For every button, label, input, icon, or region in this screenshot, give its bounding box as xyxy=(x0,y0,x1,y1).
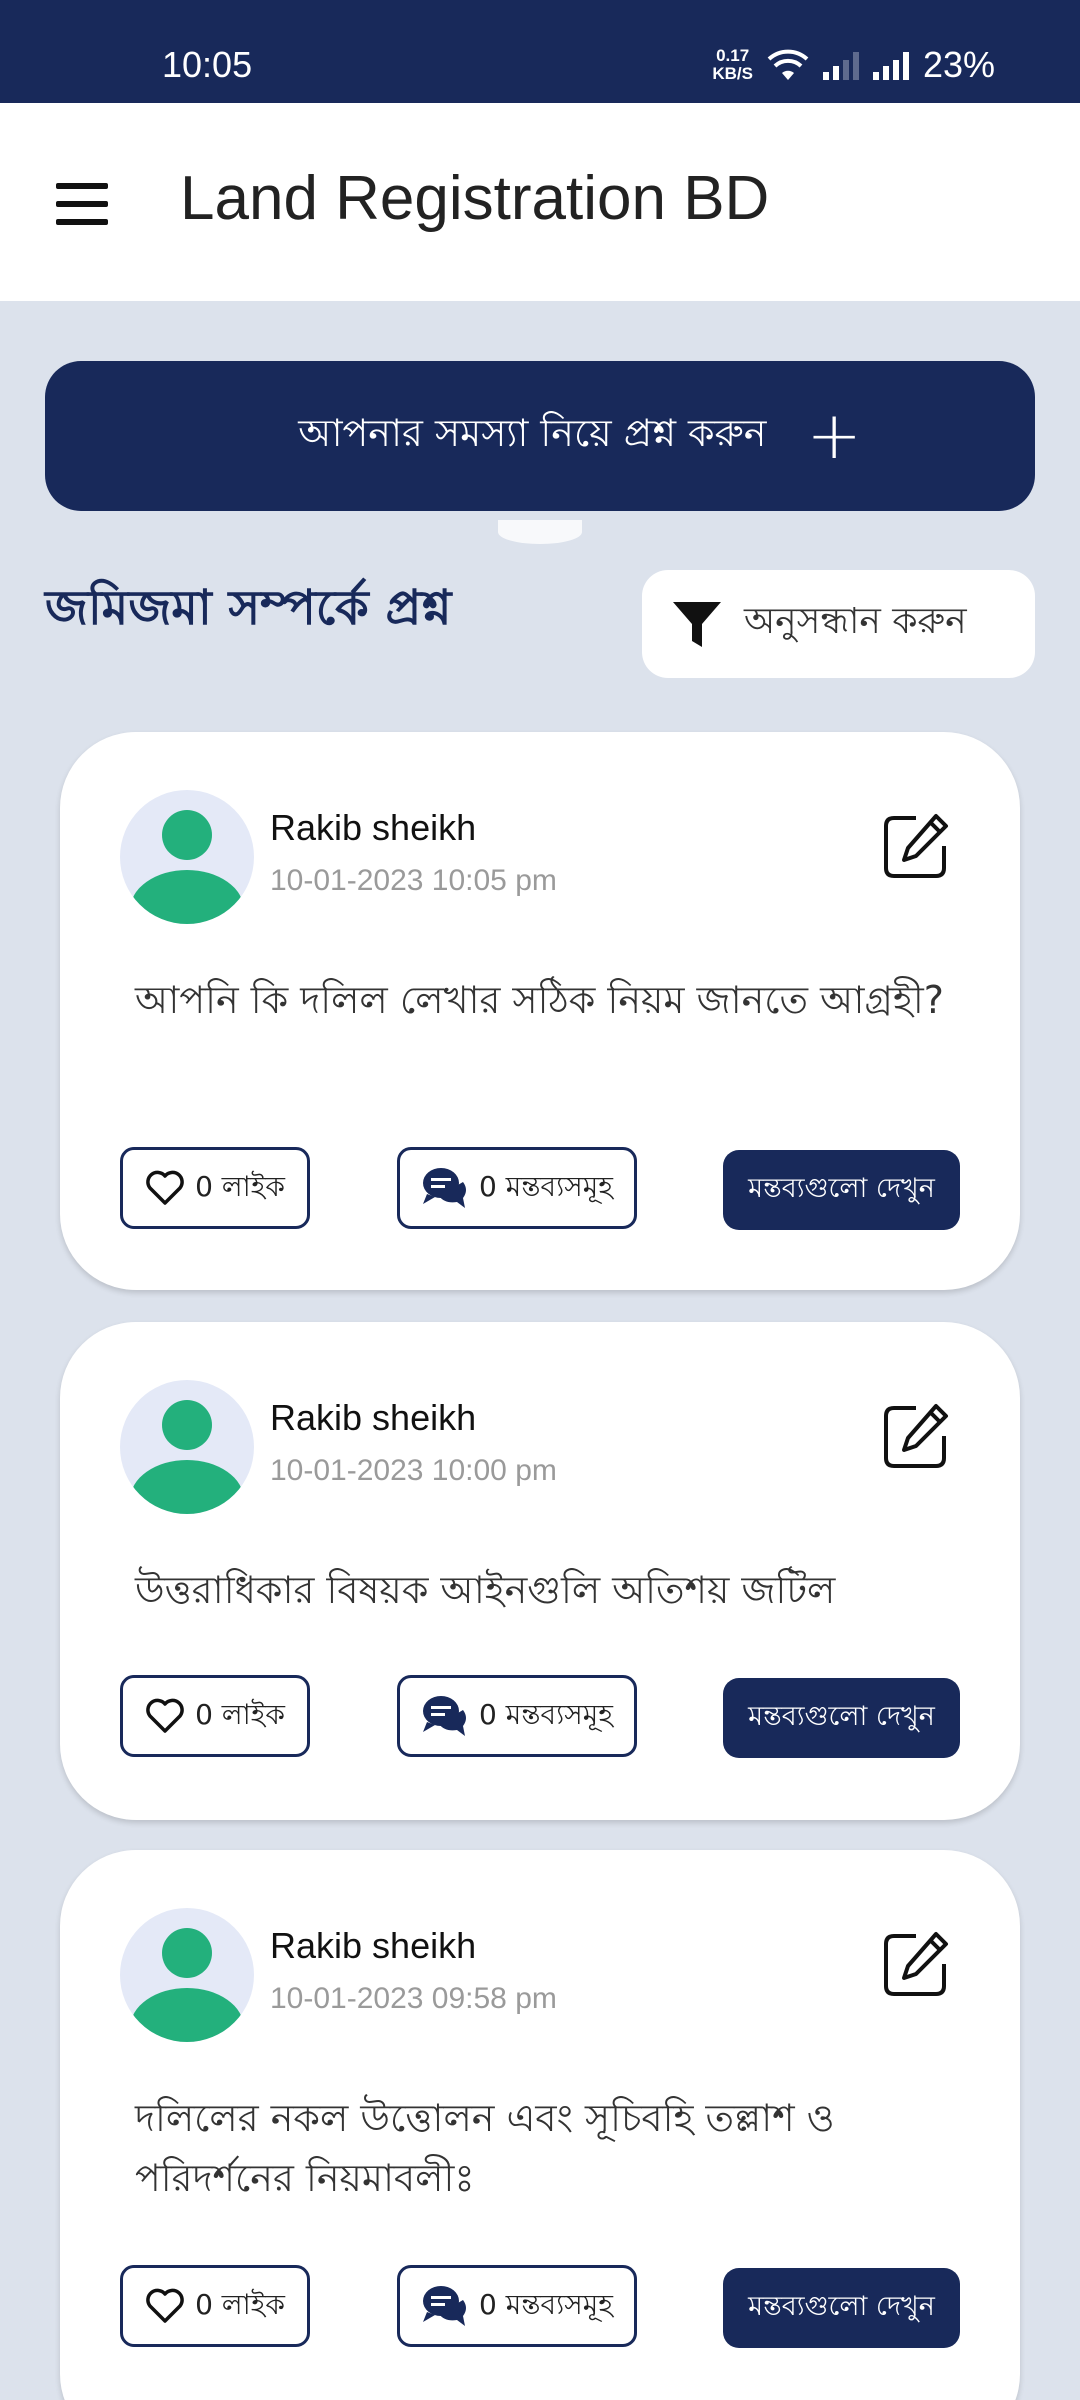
ask-question-button[interactable]: আপনার সমস্যা নিয়ে প্রশ্ন করুন + xyxy=(45,361,1035,511)
comments-count-button[interactable]: 0 মন্তব্যসমূহ xyxy=(397,2265,637,2347)
like-button[interactable]: 0 লাইক xyxy=(120,1147,310,1229)
plus-icon: + xyxy=(806,397,862,474)
view-comments-button[interactable]: মন্তব্যগুলো দেখুন xyxy=(723,1150,960,1230)
view-comments-button[interactable]: মন্তব্যগুলো দেখুন xyxy=(723,1678,960,1758)
wifi-icon xyxy=(767,49,809,80)
post-timestamp: 10-01-2023 10:05 pm xyxy=(270,864,557,897)
battery-level: 23% xyxy=(922,44,995,85)
post-content: আপনি কি দলিল লেখার সঠিক নিয়ম জানতে আগ্র… xyxy=(135,978,944,1022)
hamburger-menu-icon[interactable] xyxy=(52,171,116,235)
post-timestamp: 10-01-2023 09:58 pm xyxy=(270,1982,557,2015)
filter-search-button[interactable]: অনুসন্ধান করুন xyxy=(642,570,1035,678)
post-author: Rakib sheikh xyxy=(270,1397,477,1438)
post-author: Rakib sheikh xyxy=(270,807,477,848)
post-card: Rakib sheikh 10-01-2023 10:05 pm আপনি কি… xyxy=(60,732,1020,1290)
network-speed: 0.17 KB/S xyxy=(712,46,753,83)
chat-bubbles-icon xyxy=(422,1696,466,1736)
status-icons: 0.17 KB/S 23% xyxy=(712,44,995,86)
comment-count: 0 মন্তব্যসমূহ xyxy=(478,1169,614,1203)
avatar xyxy=(120,790,254,924)
edit-icon[interactable] xyxy=(880,1928,952,2000)
post-author: Rakib sheikh xyxy=(270,1925,477,1966)
avatar xyxy=(120,1380,254,1514)
like-button[interactable]: 0 লাইক xyxy=(120,1675,310,1757)
section-title: জমিজমা সম্পর্কে প্রশ্ন xyxy=(45,580,452,636)
post-card: Rakib sheikh 10-01-2023 10:00 pm উত্তরাধ… xyxy=(60,1322,1020,1820)
heart-icon xyxy=(146,1170,184,1205)
comment-count: 0 মন্তব্যসমূহ xyxy=(478,2287,614,2321)
heart-icon xyxy=(146,2288,184,2323)
chat-bubbles-icon xyxy=(422,1168,466,1208)
chat-bubbles-icon xyxy=(422,2286,466,2326)
comments-count-button[interactable]: 0 মন্তব্যসমূহ xyxy=(397,1675,637,1757)
app-bar: Land Registration BD xyxy=(0,103,1080,301)
comments-count-button[interactable]: 0 মন্তব্যসমূহ xyxy=(397,1147,637,1229)
app-title: Land Registration BD xyxy=(180,164,770,233)
ask-question-label: আপনার সমস্যা নিয়ে প্রশ্ন করুন xyxy=(298,411,767,455)
like-count: 0 লাইক xyxy=(195,1697,285,1731)
post-card: Rakib sheikh 10-01-2023 09:58 pm দলিলের … xyxy=(60,1850,1020,2400)
status-time: 10:05 xyxy=(162,44,253,85)
post-content: উত্তরাধিকার বিষয়ক আইনগুলি অতিশয় জটিল xyxy=(135,1568,836,1612)
signal-icon-sim1 xyxy=(822,50,859,80)
filter-search-label: অনুসন্ধান করুন xyxy=(744,601,967,642)
like-count: 0 লাইক xyxy=(195,1169,285,1203)
comment-count: 0 মন্তব্যসমূহ xyxy=(478,1697,614,1731)
like-count: 0 লাইক xyxy=(195,2287,285,2321)
view-comments-button[interactable]: মন্তব্যগুলো দেখুন xyxy=(723,2268,960,2348)
post-content: দলিলের নকল উত্তোলন এবং সূচিবহি তল্লাশ ও … xyxy=(135,2096,835,2200)
signal-icon-sim2 xyxy=(872,50,909,80)
heart-icon xyxy=(146,1698,184,1733)
decorative-bump xyxy=(498,520,582,544)
filter-icon xyxy=(673,602,721,647)
edit-icon[interactable] xyxy=(880,1400,952,1472)
like-button[interactable]: 0 লাইক xyxy=(120,2265,310,2347)
avatar xyxy=(120,1908,254,2042)
status-bar: 10:05 0.17 KB/S 23% xyxy=(0,0,1080,103)
edit-icon[interactable] xyxy=(880,810,952,882)
post-timestamp: 10-01-2023 10:00 pm xyxy=(270,1454,557,1487)
